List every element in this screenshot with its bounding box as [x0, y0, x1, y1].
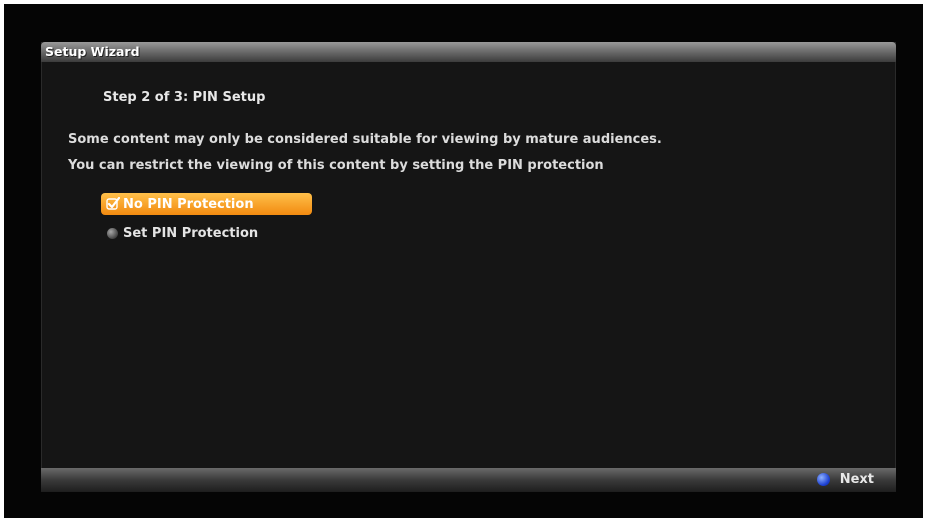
- bottom-bar: Next: [41, 468, 896, 492]
- option-label: No PIN Protection: [123, 196, 254, 212]
- description-line-1: Some content may only be considered suit…: [68, 132, 662, 147]
- tv-screen: Setup Wizard Step 2 of 3: PIN Setup Some…: [4, 4, 923, 518]
- window-title: Setup Wizard: [45, 44, 140, 59]
- option-label: Set PIN Protection: [123, 225, 259, 241]
- next-label: Next: [839, 472, 874, 487]
- option-set-pin-protection[interactable]: Set PIN Protection: [101, 222, 312, 244]
- option-no-pin-protection[interactable]: No PIN Protection: [101, 193, 312, 215]
- step-title: Step 2 of 3: PIN Setup: [103, 90, 266, 105]
- setup-wizard-panel: Setup Wizard Step 2 of 3: PIN Setup Some…: [41, 42, 896, 492]
- checkbox-checked-icon: [106, 196, 121, 211]
- radio-unselected-icon: [106, 226, 120, 240]
- next-button[interactable]: Next: [816, 472, 874, 487]
- blue-button-icon: [816, 473, 830, 486]
- description-line-2: You can restrict the viewing of this con…: [68, 158, 604, 173]
- title-bar: Setup Wizard: [41, 42, 896, 62]
